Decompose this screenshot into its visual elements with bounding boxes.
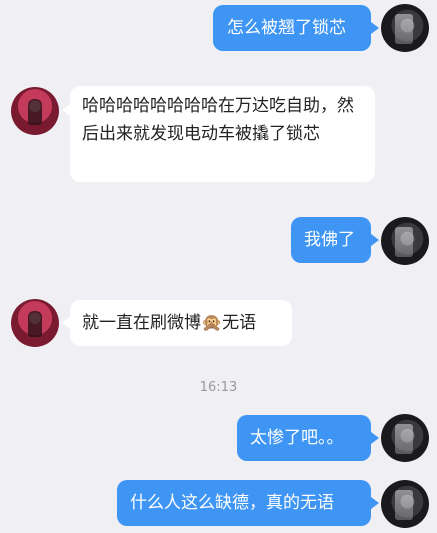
bubble-tail (371, 432, 379, 444)
message-bubble-outgoing[interactable]: 怎么被翘了锁芯 (213, 5, 371, 51)
message-text: 就一直在刷微博 (82, 313, 201, 333)
message-text: 什么人这么缺德，真的无语 (130, 493, 334, 513)
message-text: 太惨了吧。。 (250, 428, 344, 448)
message-text: 怎么被翘了锁芯 (227, 18, 346, 38)
message-bubble-outgoing[interactable]: 什么人这么缺德，真的无语 (117, 480, 371, 526)
bubble-tail (371, 234, 379, 246)
message-bubble-outgoing[interactable]: 太惨了吧。。 (237, 415, 371, 461)
message-bubble-incoming[interactable]: 就一直在刷微博🙊无语 (70, 300, 292, 346)
message-text: 哈哈哈哈哈哈哈哈在万达吃自助，然后出来就发现电动车被撬了锁芯 (82, 96, 354, 144)
bubble-tail (371, 497, 379, 509)
timestamp: 16:13 (199, 380, 238, 395)
avatar-me[interactable] (381, 217, 429, 265)
avatar-me[interactable] (381, 4, 429, 52)
avatar-me[interactable] (381, 414, 429, 462)
message-bubble-incoming[interactable]: 哈哈哈哈哈哈哈哈在万达吃自助，然后出来就发现电动车被撬了锁芯 (70, 86, 375, 182)
bubble-tail (62, 104, 70, 116)
bubble-tail (371, 22, 379, 34)
message-text: 无语 (222, 313, 257, 333)
message-text: 我佛了 (304, 230, 355, 250)
message-bubble-outgoing[interactable]: 我佛了 (291, 217, 371, 263)
bubble-tail (62, 317, 70, 329)
avatar-contact[interactable] (11, 299, 59, 347)
avatar-contact[interactable] (11, 87, 59, 135)
avatar-me[interactable] (381, 480, 429, 528)
monkey-emoji-icon: 🙊 (201, 313, 223, 333)
